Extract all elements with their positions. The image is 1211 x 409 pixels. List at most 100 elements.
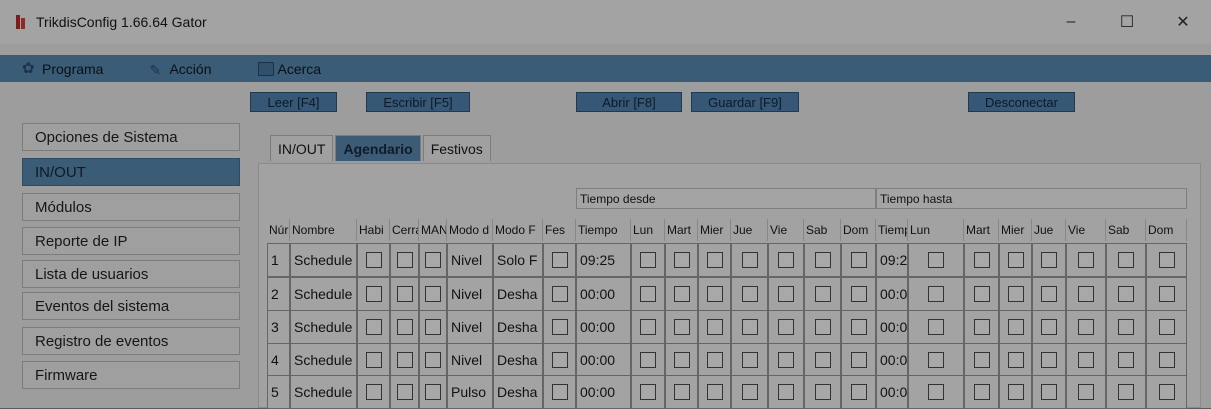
time-input[interactable]: 09:28 bbox=[876, 243, 908, 277]
checkbox[interactable] bbox=[640, 252, 656, 268]
checkbox[interactable] bbox=[741, 319, 758, 335]
checkbox[interactable] bbox=[778, 384, 794, 400]
table-cell[interactable]: Schedule bbox=[290, 375, 357, 409]
read-button[interactable]: Leer [F4] bbox=[250, 92, 337, 112]
checkbox[interactable] bbox=[425, 384, 441, 400]
checkbox[interactable] bbox=[741, 252, 758, 268]
time-input[interactable]: 00:00 bbox=[876, 343, 908, 377]
minimize-button[interactable]: – bbox=[1043, 0, 1099, 44]
menu-acerca[interactable]: Acerca bbox=[257, 61, 321, 77]
checkbox[interactable] bbox=[365, 384, 382, 400]
mode-select[interactable]: Nivel bbox=[447, 343, 493, 377]
checkbox[interactable] bbox=[425, 286, 441, 302]
checkbox[interactable] bbox=[396, 384, 413, 400]
time-input[interactable]: 00:00 bbox=[876, 277, 908, 311]
checkbox[interactable] bbox=[1158, 286, 1175, 302]
tab-festivos[interactable]: Festivos bbox=[422, 135, 491, 161]
checkbox[interactable] bbox=[1007, 384, 1024, 400]
checkbox[interactable] bbox=[673, 252, 690, 268]
checkbox[interactable] bbox=[778, 252, 794, 268]
sidebar-item-modules[interactable]: Módulos bbox=[22, 193, 240, 221]
checkbox[interactable] bbox=[1078, 286, 1094, 302]
time-input[interactable]: 00:00 bbox=[576, 310, 631, 344]
sidebar-item-event-log[interactable]: Registro de eventos bbox=[22, 327, 240, 355]
checkbox[interactable] bbox=[640, 352, 656, 368]
checkbox[interactable] bbox=[1158, 384, 1175, 400]
mode-select[interactable]: Desha bbox=[493, 375, 543, 409]
tab-agendario[interactable]: Agendario bbox=[335, 135, 421, 161]
disconnect-button[interactable]: Desconectar bbox=[968, 92, 1075, 112]
checkbox[interactable] bbox=[814, 352, 831, 368]
sidebar-item-system-options[interactable]: Opciones de Sistema bbox=[22, 123, 240, 151]
checkbox[interactable] bbox=[673, 384, 690, 400]
close-button[interactable]: ✕ bbox=[1155, 0, 1211, 44]
checkbox[interactable] bbox=[1007, 352, 1024, 368]
checkbox[interactable] bbox=[640, 319, 656, 335]
checkbox[interactable] bbox=[706, 384, 723, 400]
checkbox[interactable] bbox=[814, 319, 831, 335]
time-input[interactable]: 00:00 bbox=[876, 310, 908, 344]
menu-accion[interactable]: ✎ Acción bbox=[149, 61, 211, 78]
checkbox[interactable] bbox=[1118, 384, 1134, 400]
mode-select[interactable]: Desha bbox=[493, 343, 543, 377]
checkbox[interactable] bbox=[1041, 252, 1057, 268]
checkbox[interactable] bbox=[425, 252, 441, 268]
checkbox[interactable] bbox=[1158, 319, 1175, 335]
checkbox[interactable] bbox=[1007, 286, 1024, 302]
checkbox[interactable] bbox=[396, 352, 413, 368]
tab-in-out[interactable]: IN/OUT bbox=[270, 135, 334, 161]
checkbox[interactable] bbox=[973, 252, 990, 268]
checkbox[interactable] bbox=[778, 286, 794, 302]
mode-select[interactable]: Pulso bbox=[447, 375, 493, 409]
checkbox[interactable] bbox=[640, 384, 656, 400]
checkbox[interactable] bbox=[973, 352, 990, 368]
checkbox[interactable] bbox=[1041, 384, 1057, 400]
checkbox[interactable] bbox=[706, 352, 723, 368]
checkbox[interactable] bbox=[673, 319, 690, 335]
mode-select[interactable]: Nivel bbox=[447, 310, 493, 344]
checkbox[interactable] bbox=[1007, 319, 1024, 335]
checkbox[interactable] bbox=[1158, 252, 1175, 268]
time-input[interactable]: 00:00 bbox=[576, 375, 631, 409]
checkbox[interactable] bbox=[973, 286, 990, 302]
checkbox[interactable] bbox=[365, 319, 382, 335]
sidebar-item-system-events[interactable]: Eventos del sistema bbox=[22, 292, 240, 320]
checkbox[interactable] bbox=[850, 286, 867, 302]
checkbox[interactable] bbox=[1158, 352, 1175, 368]
mode-select[interactable]: Solo F bbox=[493, 243, 543, 277]
checkbox[interactable] bbox=[1007, 252, 1024, 268]
checkbox[interactable] bbox=[1078, 319, 1094, 335]
checkbox[interactable] bbox=[1041, 286, 1057, 302]
checkbox[interactable] bbox=[1041, 352, 1057, 368]
checkbox[interactable] bbox=[425, 319, 441, 335]
checkbox[interactable] bbox=[640, 286, 656, 302]
checkbox[interactable] bbox=[706, 252, 723, 268]
checkbox[interactable] bbox=[551, 286, 568, 302]
checkbox[interactable] bbox=[928, 384, 944, 400]
sidebar-item-firmware[interactable]: Firmware bbox=[22, 361, 240, 389]
checkbox[interactable] bbox=[778, 352, 794, 368]
checkbox[interactable] bbox=[365, 352, 382, 368]
save-button[interactable]: Guardar [F9] bbox=[691, 92, 799, 112]
checkbox[interactable] bbox=[396, 252, 413, 268]
checkbox[interactable] bbox=[706, 319, 723, 335]
sidebar-item-users[interactable]: Lista de usuarios bbox=[22, 260, 240, 288]
checkbox[interactable] bbox=[928, 319, 944, 335]
checkbox[interactable] bbox=[973, 384, 990, 400]
checkbox[interactable] bbox=[741, 352, 758, 368]
checkbox[interactable] bbox=[551, 352, 568, 368]
sidebar-item-ip-report[interactable]: Reporte de IP bbox=[22, 227, 240, 255]
checkbox[interactable] bbox=[396, 286, 413, 302]
checkbox[interactable] bbox=[1041, 319, 1057, 335]
checkbox[interactable] bbox=[850, 384, 867, 400]
checkbox[interactable] bbox=[673, 352, 690, 368]
checkbox[interactable] bbox=[850, 319, 867, 335]
checkbox[interactable] bbox=[850, 252, 867, 268]
checkbox[interactable] bbox=[778, 319, 794, 335]
sidebar-item-in-out[interactable]: IN/OUT bbox=[22, 158, 240, 186]
menu-programa[interactable]: ✿ Programa bbox=[22, 61, 103, 77]
write-button[interactable]: Escribir [F5] bbox=[366, 92, 470, 112]
checkbox[interactable] bbox=[396, 319, 413, 335]
time-input[interactable]: 09:25 bbox=[576, 243, 631, 277]
checkbox[interactable] bbox=[673, 286, 690, 302]
